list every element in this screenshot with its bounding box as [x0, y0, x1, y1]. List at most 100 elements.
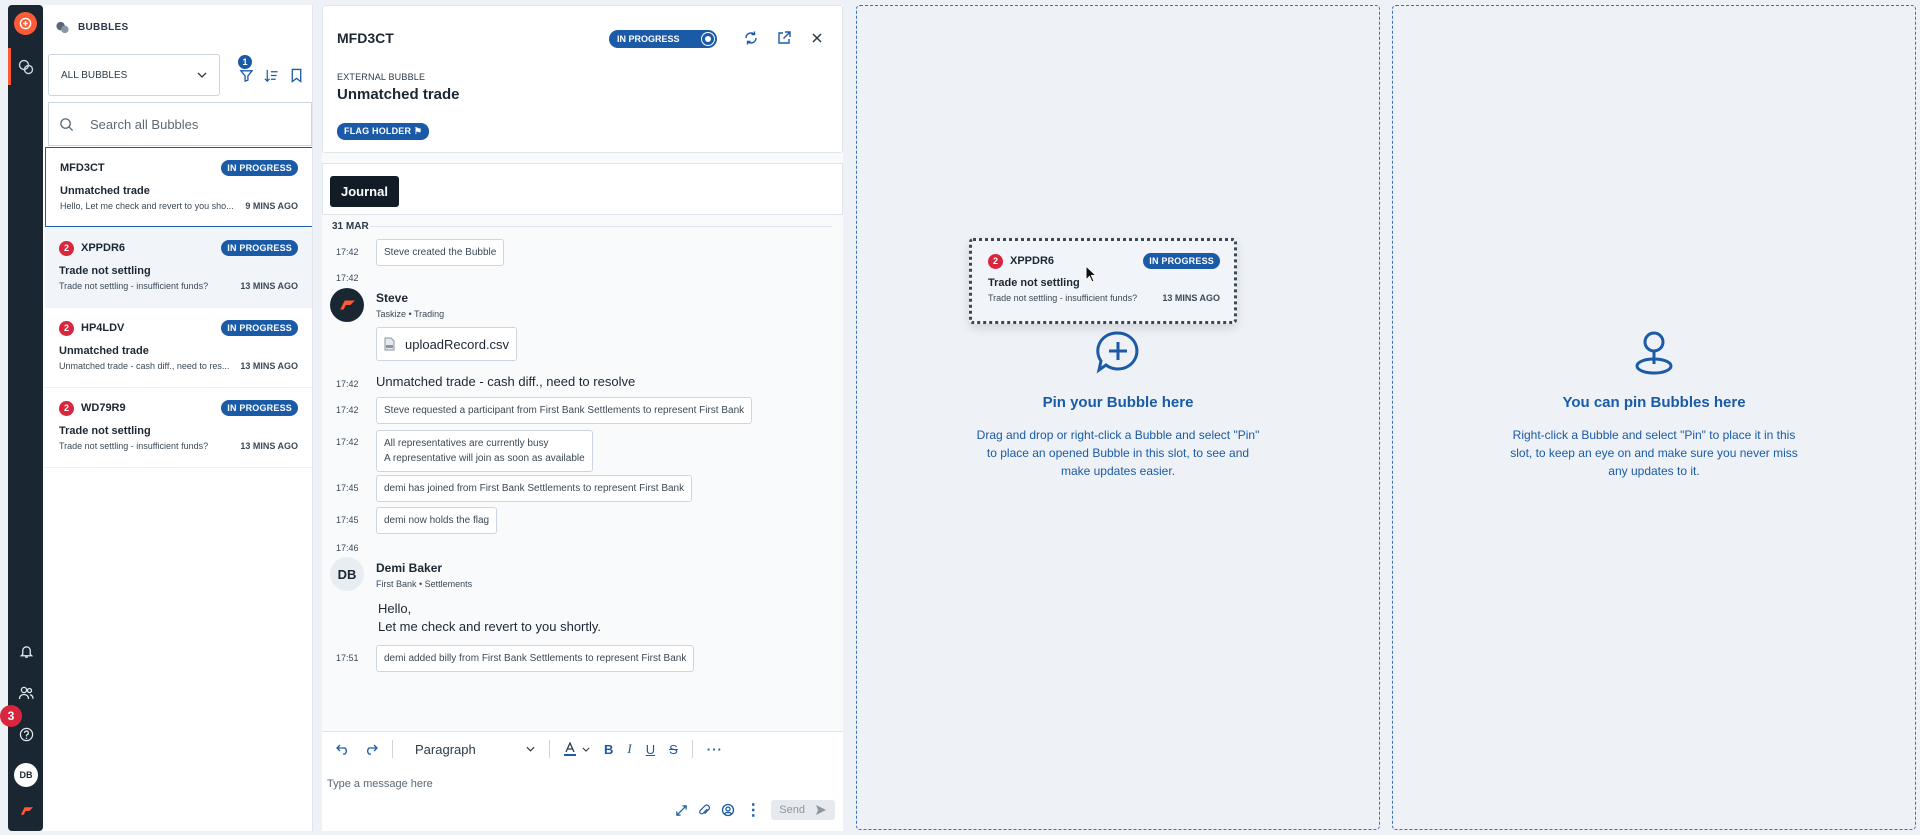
editor-toolbar: Paragraph B I U S ···	[336, 740, 723, 758]
close-icon[interactable]	[807, 28, 827, 48]
bubble-preview: Hello, Let me check and revert to you sh…	[60, 201, 234, 211]
status-toggle[interactable]: IN PROGRESS	[609, 30, 717, 48]
unread-count-badge: 2	[59, 240, 74, 256]
bubble-list-item[interactable]: 2 WD79R9 IN PROGRESS Trade not settling T…	[45, 388, 312, 468]
send-button[interactable]: Send	[771, 800, 835, 820]
bubbles-icon	[55, 20, 70, 35]
bubble-title: Unmatched trade	[60, 185, 150, 197]
system-event: All representatives are currently busy A…	[376, 430, 593, 472]
event-time: 17:42	[336, 273, 359, 283]
bubble-time: 9 MINS AGO	[245, 201, 298, 211]
system-event-line: All representatives are currently busy	[384, 438, 549, 449]
pin-location-icon	[1634, 328, 1674, 376]
bubble-id: MFD3CT	[60, 162, 105, 174]
bubble-filter-select[interactable]: ALL BUBBLES	[48, 54, 220, 96]
bubble-time: 13 MINS AGO	[240, 281, 298, 291]
attach-icon[interactable]	[698, 803, 711, 817]
strikethrough-icon[interactable]: S	[669, 742, 678, 757]
file-attachment[interactable]: uploadRecord.csv	[376, 327, 518, 361]
bubble-preview: Trade not settling - insufficient funds?	[59, 441, 209, 451]
italic-icon[interactable]: I	[627, 741, 631, 757]
chevron-down-icon	[526, 746, 535, 752]
author-org: Taskize • Trading	[376, 309, 445, 319]
bubble-id: MFD3CT	[337, 30, 394, 46]
refresh-icon[interactable]	[741, 28, 761, 48]
bold-icon[interactable]: B	[604, 742, 613, 757]
divider	[370, 226, 832, 227]
bookmark-icon	[290, 68, 303, 83]
bubble-title: Trade not settling	[59, 265, 151, 277]
event-time: 17:51	[336, 653, 359, 663]
event-time: 17:42	[336, 379, 359, 389]
status-label: IN PROGRESS	[617, 34, 680, 44]
redo-icon[interactable]	[364, 743, 378, 755]
format-value: Paragraph	[415, 741, 476, 757]
user-avatar[interactable]: DB	[14, 763, 38, 787]
bubble-id: XPPDR6	[1010, 255, 1055, 267]
bubble-title: Unmatched trade	[337, 86, 460, 103]
system-event: demi added billy from First Bank Settlem…	[376, 645, 695, 672]
send-icon	[815, 804, 827, 816]
tab-journal[interactable]: Journal	[330, 176, 399, 207]
message-text: Hello, Let me check and revert to you sh…	[378, 600, 601, 636]
status-badge: IN PROGRESS	[221, 240, 298, 256]
unread-count-badge: 2	[988, 253, 1003, 269]
kebab-menu-icon[interactable]: ⋮	[745, 800, 761, 820]
status-badge: IN PROGRESS	[221, 400, 298, 416]
slot-title: You can pin Bubbles here	[1562, 394, 1746, 411]
message-input[interactable]: Type a message here	[327, 778, 433, 790]
divider	[392, 740, 393, 758]
editor-actions: ⋮ Send	[675, 800, 835, 820]
bubble-list-item[interactable]: 2 XPPDR6 IN PROGRESS Trade not settling T…	[45, 228, 312, 308]
left-rail: 3 DB	[0, 5, 43, 831]
status-badge: IN PROGRESS	[1143, 253, 1220, 269]
event-time: 17:42	[336, 437, 359, 447]
toggle-knob	[702, 33, 714, 45]
csv-file-icon	[384, 337, 395, 351]
open-external-icon[interactable]	[774, 28, 794, 48]
message-line: Let me check and revert to you shortly.	[378, 619, 602, 634]
pin-slot-2[interactable]: You can pin Bubbles here Right-click a B…	[1392, 5, 1916, 830]
bubble-time: 13 MINS AGO	[240, 361, 298, 371]
search-icon	[59, 117, 74, 132]
mention-icon[interactable]	[721, 803, 735, 817]
undo-icon[interactable]	[336, 743, 350, 755]
filter-select-value: ALL BUBBLES	[61, 69, 128, 81]
bubble-list-item[interactable]: 2 HP4LDV IN PROGRESS Unmatched trade Unma…	[45, 308, 312, 388]
bubble-header: MFD3CT IN PROGRESS EXTERNAL BUBBLE Unmat…	[322, 5, 843, 153]
bubbles-nav-icon[interactable]	[16, 57, 36, 77]
bell-icon[interactable]	[16, 641, 36, 661]
filter-icon	[238, 68, 254, 83]
status-badge: IN PROGRESS	[221, 320, 298, 336]
more-options-icon[interactable]: ···	[707, 742, 723, 757]
expand-icon[interactable]	[675, 804, 688, 817]
bubble-time: 13 MINS AGO	[240, 441, 298, 451]
sort-button[interactable]	[259, 63, 283, 87]
bookmark-button[interactable]	[284, 63, 308, 87]
bubble-title: Trade not settling	[988, 277, 1080, 289]
bubble-list-item[interactable]: MFD3CT IN PROGRESS Unmatched trade Hello…	[45, 147, 312, 227]
underline-icon[interactable]: U	[646, 742, 655, 757]
help-icon[interactable]	[16, 724, 36, 744]
demi-avatar: DB	[330, 557, 364, 591]
system-event: Steve created the Bubble	[376, 239, 505, 266]
paragraph-format-select[interactable]: Paragraph	[415, 742, 535, 757]
mouse-cursor-icon	[1085, 265, 1097, 283]
dragged-bubble-card[interactable]: 2 XPPDR6 IN PROGRESS Trade not settling T…	[969, 238, 1237, 324]
divider	[691, 740, 693, 758]
event-time: 17:45	[336, 483, 359, 493]
bubble-id: HP4LDV	[81, 322, 125, 334]
system-event: demi has joined from First Bank Settleme…	[376, 475, 693, 502]
pin-slot-1[interactable]: Pin your Bubble here Drag and drop or ri…	[856, 5, 1380, 830]
system-event: Steve requested a participant from First…	[376, 397, 753, 424]
slot-description: Right-click a Bubble and select "Pin" to…	[1510, 428, 1798, 478]
flag-holder-badge: FLAG HOLDER ⚑	[337, 123, 430, 140]
bubble-preview: Unmatched trade - cash diff., need to re…	[59, 361, 230, 371]
filter-button[interactable]: 1	[234, 55, 258, 87]
bubble-search-input[interactable]: Search all Bubbles	[48, 102, 312, 146]
contacts-icon[interactable]	[16, 683, 36, 703]
new-bubble-icon[interactable]	[14, 12, 37, 35]
text-color-icon[interactable]	[564, 742, 590, 756]
tab-bar: Journal	[322, 163, 843, 215]
sort-icon	[263, 68, 279, 83]
